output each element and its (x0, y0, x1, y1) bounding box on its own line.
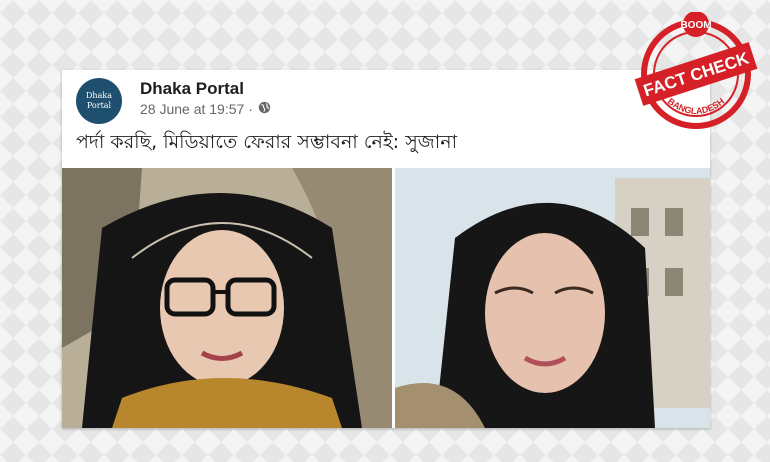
post-photo-left[interactable] (62, 168, 392, 428)
facebook-post-card: Dhaka Portal Dhaka Portal 28 June at 19:… (62, 70, 710, 428)
post-meta: 28 June at 19:57 · (140, 101, 271, 117)
stamp-bottom-text: BANGLADESH (666, 96, 726, 116)
post-photo-right[interactable] (395, 168, 710, 428)
avatar-text-line1: Dhaka (86, 91, 112, 100)
stamp-top-text: BOOM (680, 20, 711, 31)
page-name-link[interactable]: Dhaka Portal (140, 79, 244, 99)
globe-icon (258, 101, 271, 117)
post-timestamp[interactable]: 28 June at 19:57 · (140, 101, 253, 117)
post-caption: পর্দা করছি, মিডিয়াতে ফেরার সম্ভাবনা নেই… (76, 131, 458, 153)
svg-text:BANGLADESH: BANGLADESH (666, 96, 726, 116)
fact-check-stamp-logo: BOOM FACT CHECK BANGLADESH (634, 11, 758, 136)
page-avatar[interactable]: Dhaka Portal (76, 78, 122, 124)
avatar-text-line2: Portal (86, 101, 112, 110)
